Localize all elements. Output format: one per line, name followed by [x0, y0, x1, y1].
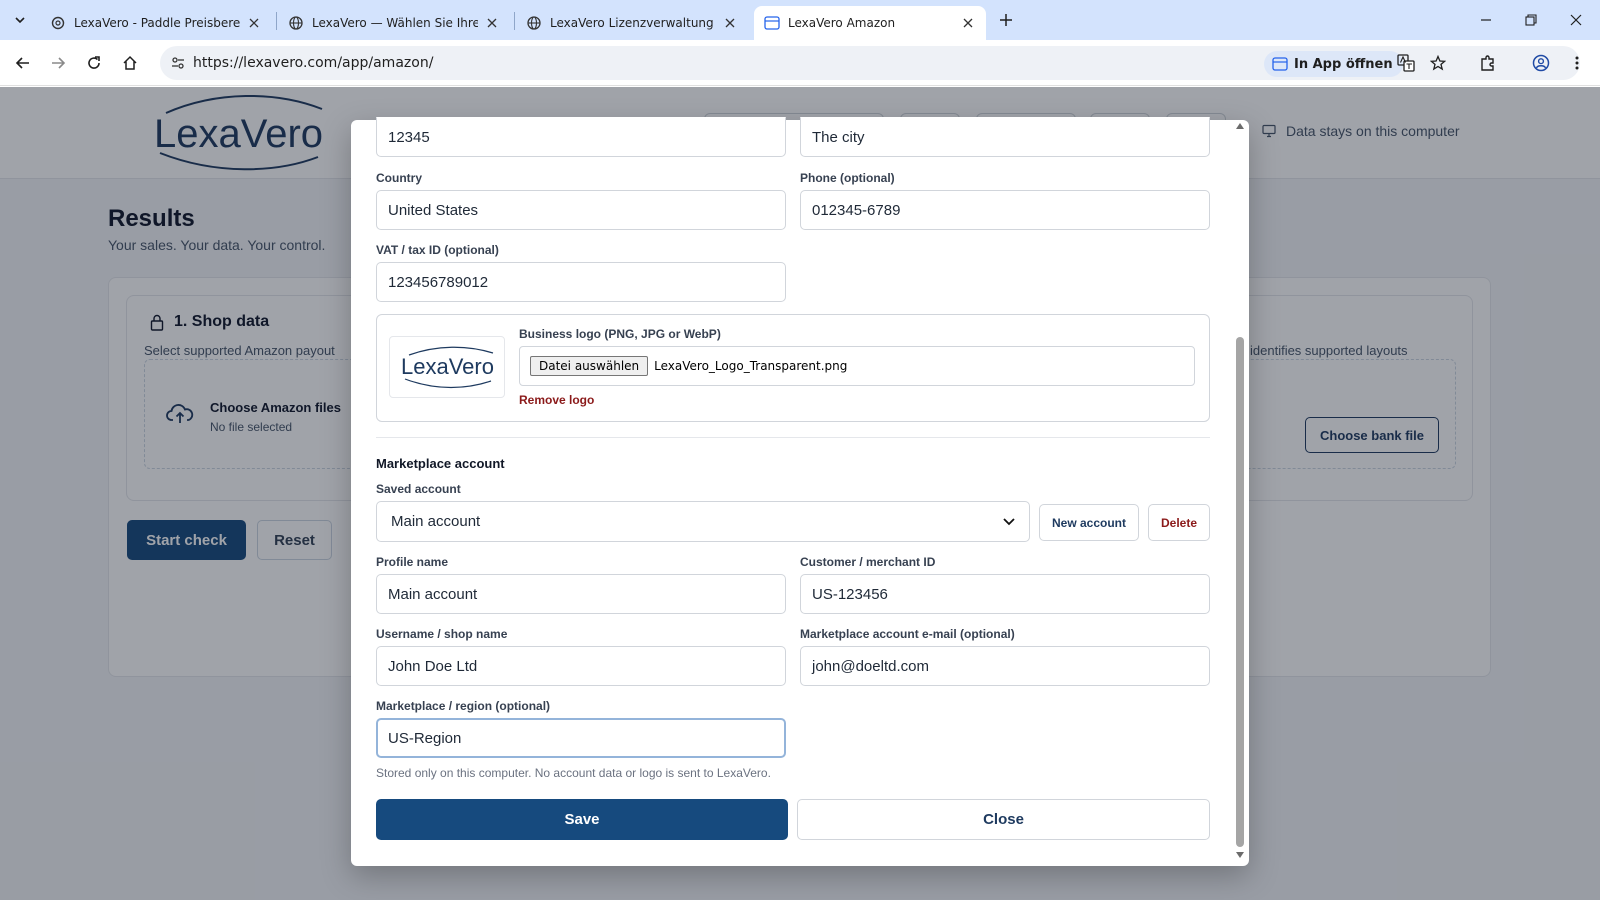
- close-tab-icon[interactable]: [246, 15, 262, 31]
- merchant-id-input[interactable]: US-123456: [800, 574, 1210, 614]
- vat-label: VAT / tax ID (optional): [376, 243, 499, 257]
- phone-label: Phone (optional): [800, 171, 895, 185]
- close-tab-icon[interactable]: [722, 15, 738, 31]
- openai-icon: [50, 15, 66, 31]
- tab-title: LexaVero Lizenzverwaltung: [550, 16, 714, 30]
- tab-title: LexaVero — Wählen Sie Ihre LexaVero: [312, 16, 478, 30]
- arrow-left-icon: [15, 57, 29, 69]
- close-tab-icon[interactable]: [484, 15, 500, 31]
- close-button[interactable]: Close: [797, 799, 1210, 840]
- chevron-down-icon: [15, 17, 25, 24]
- tab-divider: [276, 12, 277, 30]
- business-logo-label: Business logo (PNG, JPG or WebP): [519, 327, 721, 341]
- close-tab-icon[interactable]: [960, 15, 976, 31]
- minimize-icon: [1481, 19, 1491, 21]
- translate-button[interactable]: [1394, 51, 1418, 75]
- vat-input[interactable]: 123456789012: [376, 262, 786, 302]
- close-window-button[interactable]: [1564, 8, 1588, 32]
- country-label: Country: [376, 171, 422, 185]
- account-icon: [1532, 54, 1550, 72]
- city-input[interactable]: The city: [800, 117, 1210, 157]
- more-vertical-icon: [1575, 56, 1579, 70]
- plus-icon: [1000, 14, 1012, 26]
- storage-note: Stored only on this computer. No account…: [376, 766, 771, 780]
- selected-file-name: LexaVero_Logo_Transparent.png: [654, 359, 848, 373]
- browser-toolbar: https://lexavero.com/app/amazon/ In App …: [0, 40, 1600, 86]
- marketplace-account-heading: Marketplace account: [376, 456, 505, 471]
- tab-title: LexaVero Amazon: [788, 16, 896, 30]
- star-icon: [1430, 55, 1446, 71]
- forward-button[interactable]: [46, 51, 70, 75]
- tab-paddle[interactable]: LexaVero - Paddle Preisberechnung: [40, 6, 272, 40]
- tab-search-button[interactable]: [8, 8, 32, 32]
- phone-input[interactable]: 012345-6789: [800, 190, 1210, 230]
- profile-name-label: Profile name: [376, 555, 449, 569]
- save-button[interactable]: Save: [376, 799, 788, 840]
- logo-preview: LexaVero: [389, 336, 505, 398]
- tab-amazon[interactable]: LexaVero Amazon: [754, 6, 986, 40]
- site-info-icon[interactable]: [170, 55, 186, 71]
- bookmark-button[interactable]: [1426, 51, 1450, 75]
- logo-preview-text: LexaVero: [401, 354, 494, 379]
- account-email-input[interactable]: john@doeltd.com: [800, 646, 1210, 686]
- globe-icon: [526, 15, 542, 31]
- minimize-window-button[interactable]: [1474, 8, 1498, 32]
- region-input[interactable]: US-Region: [376, 718, 786, 758]
- tab-title: LexaVero - Paddle Preisberechnung: [74, 16, 240, 30]
- username-label: Username / shop name: [376, 627, 508, 641]
- username-input[interactable]: John Doe Ltd: [376, 646, 786, 686]
- saved-account-value: Main account: [391, 513, 481, 530]
- lexavero-logo: LexaVero: [401, 346, 494, 389]
- open-in-app-label: In App öffnen: [1294, 56, 1393, 72]
- saved-account-label: Saved account: [376, 482, 461, 496]
- reload-button[interactable]: [82, 51, 106, 75]
- account-email-label: Marketplace account e-mail (optional): [800, 627, 1015, 641]
- profile-name-input[interactable]: Main account: [376, 574, 786, 614]
- merchant-id-label: Customer / merchant ID: [800, 555, 936, 569]
- open-in-app-button[interactable]: In App öffnen: [1264, 51, 1403, 77]
- saved-account-select[interactable]: Main account: [376, 501, 1030, 542]
- extensions-button[interactable]: [1476, 51, 1500, 75]
- scroll-up-arrow-icon[interactable]: [1236, 123, 1244, 129]
- section-divider: [376, 437, 1210, 438]
- modal-scrollbar-thumb[interactable]: [1236, 337, 1244, 847]
- choose-file-button[interactable]: Datei auswählen: [530, 356, 649, 376]
- translate-icon: [1397, 54, 1415, 72]
- new-account-button[interactable]: New account: [1039, 504, 1139, 541]
- home-icon: [123, 55, 137, 70]
- remove-logo-link[interactable]: Remove logo: [519, 393, 594, 407]
- profile-button[interactable]: [1529, 51, 1553, 75]
- scroll-down-arrow-icon[interactable]: [1236, 852, 1244, 858]
- region-label: Marketplace / region (optional): [376, 699, 551, 713]
- country-input[interactable]: United States: [376, 190, 786, 230]
- logo-file-input[interactable]: Datei auswählen LexaVero_Logo_Transparen…: [519, 346, 1195, 386]
- zip-input[interactable]: 12345: [376, 117, 786, 157]
- tab-select-plan[interactable]: LexaVero — Wählen Sie Ihre LexaVero: [278, 6, 510, 40]
- app-window-icon: [764, 15, 780, 31]
- delete-account-button[interactable]: Delete: [1148, 504, 1210, 541]
- browser-menu-button[interactable]: [1565, 51, 1589, 75]
- puzzle-icon: [1481, 55, 1494, 71]
- restore-window-button[interactable]: [1519, 8, 1543, 32]
- arrow-right-icon: [52, 57, 66, 69]
- restore-icon: [1525, 14, 1537, 26]
- tab-license-management[interactable]: LexaVero Lizenzverwaltung: [516, 6, 748, 40]
- new-tab-button[interactable]: [994, 8, 1018, 32]
- reload-icon: [88, 56, 100, 69]
- app-window-icon: [1272, 57, 1288, 71]
- url-text: https://lexavero.com/app/amazon/: [193, 55, 434, 71]
- globe-icon: [288, 15, 304, 31]
- home-button[interactable]: [118, 51, 142, 75]
- tab-strip: LexaVero - Paddle Preisberechnung LexaVe…: [0, 0, 1600, 40]
- back-button[interactable]: [11, 51, 35, 75]
- chevron-down-icon: [1003, 517, 1015, 525]
- close-icon: [1570, 14, 1582, 26]
- tab-divider: [514, 12, 515, 30]
